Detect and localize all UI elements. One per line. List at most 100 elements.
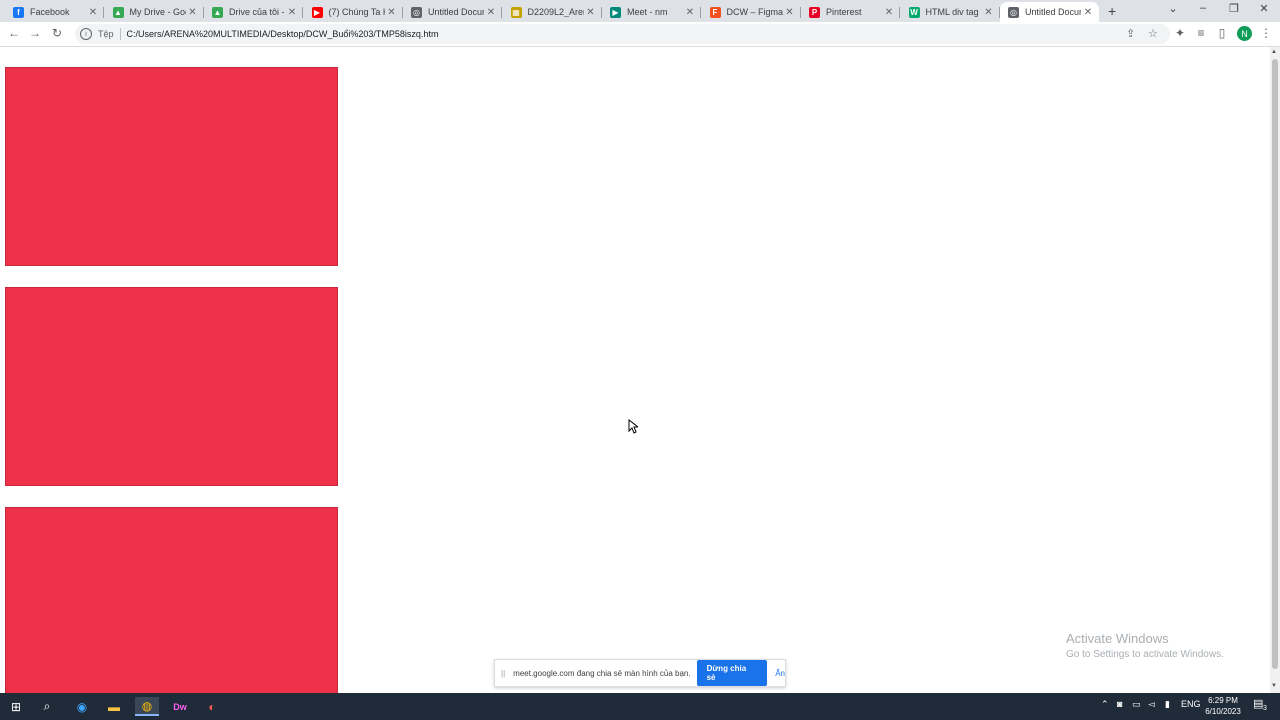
tab-11[interactable]: ◎ Untitled Docum ✕ <box>1000 2 1099 22</box>
address-scheme-label: Tệp <box>98 29 114 39</box>
tab-title: Untitled Docum <box>428 7 484 17</box>
bookmark-star-icon[interactable]: ☆ <box>1148 27 1158 40</box>
hide-button[interactable]: Ẩn <box>775 669 785 678</box>
system-clock[interactable]: 6:29 PM 6/10/2023 <box>1200 695 1246 717</box>
media-control-icon[interactable]: ≡ <box>1193 26 1209 40</box>
tab-strip: fFacebook✕▲My Drive - Goog✕▲Drive của tô… <box>0 0 1280 22</box>
mouse-cursor-icon <box>628 419 638 434</box>
page-viewport <box>0 47 1270 693</box>
globe-icon: ◎ <box>1008 6 1019 18</box>
tab-title: Facebook <box>30 7 70 17</box>
tab-title: DCW – Figma <box>726 7 783 17</box>
dreamweaver-icon[interactable]: Dw <box>168 697 192 716</box>
tab-5[interactable]: ◎ Untitled Docum ✕ <box>403 2 502 22</box>
drive-icon: ▲ <box>212 6 223 18</box>
menu-kebab-icon[interactable]: ⋮ <box>1258 26 1274 40</box>
tab-search-chevron-icon[interactable]: ⌄ <box>1163 2 1183 15</box>
browser-toolbar: ← → ↻ i Tệp C:/Users/ARENA%20MULTIMEDIA/… <box>0 22 1280 47</box>
tray-meet-icon[interactable]: ◙ <box>1117 699 1122 709</box>
red-box-3 <box>5 507 338 693</box>
screen-share-bar: || meet.google.com đang chia sẻ màn hình… <box>494 659 786 687</box>
tab-close-icon[interactable]: ✕ <box>982 7 996 18</box>
tab-10[interactable]: W HTML div tag ✕ <box>901 2 1000 22</box>
forward-button[interactable]: → <box>27 26 43 40</box>
file-explorer-icon[interactable]: ▬ <box>102 697 126 716</box>
tab-title: Pinterest <box>826 7 862 17</box>
tab-2[interactable]: ▲ My Drive - Goog✕ <box>105 2 204 22</box>
sheets-icon: ▦ <box>510 6 522 18</box>
tab-title: Drive của tôi - G <box>229 7 285 17</box>
chrome-browser-icon[interactable]: ◍ <box>135 697 159 716</box>
network-icon[interactable]: ▭ <box>1132 699 1141 710</box>
tab-title: My Drive - Goog <box>129 7 186 17</box>
restore-button[interactable]: ❐ <box>1224 2 1244 15</box>
tab-9[interactable]: P Pinterest ✕ <box>801 2 900 22</box>
activate-windows-watermark: Activate Windows Go to Settings to activ… <box>1066 631 1224 660</box>
tab-close-icon[interactable]: ✕ <box>484 7 498 18</box>
meet-icon: ▶ <box>610 6 621 18</box>
edge-browser-icon[interactable]: ◉ <box>70 697 94 716</box>
tab-close-icon[interactable]: ✕ <box>882 7 896 18</box>
tab-close-icon[interactable]: ✕ <box>584 7 598 18</box>
scroll-up-arrow-icon[interactable]: ▲ <box>1271 49 1277 55</box>
vertical-scrollbar[interactable]: ▲ ▼ <box>1270 47 1280 693</box>
address-url[interactable]: C:/Users/ARENA%20MULTIMEDIA/Desktop/DCW_… <box>127 29 439 39</box>
watermark-title: Activate Windows <box>1066 631 1169 646</box>
tab-close-icon[interactable]: ✕ <box>186 7 200 18</box>
tab-1[interactable]: f Facebook ✕ <box>5 2 104 22</box>
share-icon[interactable]: ⇪ <box>1126 27 1135 40</box>
search-icon[interactable]: ⌕ <box>35 697 59 716</box>
red-box-1 <box>5 67 338 266</box>
close-window-button[interactable]: ✕ <box>1254 2 1274 15</box>
address-bar[interactable]: i Tệp C:/Users/ARENA%20MULTIMEDIA/Deskto… <box>75 24 1170 44</box>
red-box-2 <box>5 287 338 486</box>
start-windows-icon[interactable]: ⊞ <box>4 697 28 716</box>
tab-title: D2209L2_Arena <box>527 7 584 17</box>
stop-sharing-button[interactable]: Dừng chia sẻ <box>696 660 768 686</box>
scrollbar-thumb[interactable] <box>1272 59 1278 669</box>
tab-close-icon[interactable]: ✕ <box>86 7 100 18</box>
tab-close-icon[interactable]: ✕ <box>683 7 697 18</box>
tab-close-icon[interactable]: ✕ <box>385 7 399 18</box>
tab-7[interactable]: ▶ Meet - nm ✕ <box>602 2 701 22</box>
address-divider <box>119 28 121 40</box>
microphone-icon[interactable]: ▮ <box>1165 699 1170 710</box>
tab-6[interactable]: ▦ D2209L2_Arena✕ <box>503 2 602 22</box>
scroll-down-arrow-icon[interactable]: ▼ <box>1271 683 1277 689</box>
pinterest-icon: P <box>809 6 820 18</box>
tab-close-icon[interactable]: ✕ <box>1081 7 1095 18</box>
drag-handle-icon[interactable]: || <box>501 669 505 678</box>
reload-button[interactable]: ↻ <box>49 26 65 40</box>
side-panel-icon[interactable]: ▯ <box>1214 26 1230 40</box>
obs-record-icon[interactable]: ◐ <box>200 697 224 716</box>
figma-icon: F <box>709 6 721 18</box>
tray-chevron-up-icon[interactable]: ⌃ <box>1101 699 1109 710</box>
drive-icon: ▲ <box>112 6 124 18</box>
tab-close-icon[interactable]: ✕ <box>783 7 797 18</box>
extensions-icon[interactable]: ✦ <box>1172 26 1188 40</box>
tab-title: (7) Chúng Ta Kh <box>328 7 385 17</box>
tab-8[interactable]: F DCW – Figma ✕ <box>702 2 801 22</box>
clock-time: 6:29 PM <box>1208 696 1238 705</box>
input-language[interactable]: ENG <box>1181 699 1201 709</box>
windows-taskbar: ⊞ ⌕ ◉ ▬ ◍ Dw ◐ ⌃ ◙ ▭ ◅ ▮ ENG 6:29 PM 6/1… <box>0 693 1280 720</box>
new-tab-button[interactable]: + <box>1108 3 1116 19</box>
site-info-icon[interactable]: i <box>80 28 92 40</box>
w3schools-icon: W <box>908 6 920 18</box>
tab-4[interactable]: ▶ (7) Chúng Ta Kh✕ <box>304 2 403 22</box>
youtube-icon: ▶ <box>311 6 323 18</box>
profile-avatar[interactable]: N <box>1237 26 1252 41</box>
tab-close-icon[interactable]: ✕ <box>285 7 299 18</box>
notification-center-icon[interactable]: ▤ <box>1253 697 1263 710</box>
watermark-subtitle: Go to Settings to activate Windows. <box>1066 649 1224 660</box>
tab-3[interactable]: ▲ Drive của tôi - G✕ <box>204 2 303 22</box>
tab-title: HTML div tag <box>925 7 979 17</box>
tab-title: Meet - nm <box>627 7 668 17</box>
share-message: meet.google.com đang chia sẻ màn hình củ… <box>513 668 691 678</box>
clock-date: 6/10/2023 <box>1205 707 1241 716</box>
facebook-icon: f <box>13 6 24 18</box>
volume-icon[interactable]: ◅ <box>1148 699 1155 710</box>
globe-icon: ◎ <box>411 6 422 18</box>
back-button[interactable]: ← <box>6 26 22 40</box>
minimize-button[interactable]: – <box>1193 2 1213 14</box>
